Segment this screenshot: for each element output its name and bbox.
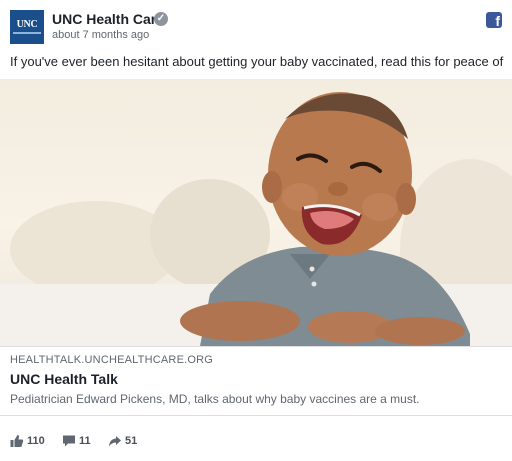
post-timestamp[interactable]: about 7 months ago xyxy=(52,29,149,41)
share-count: 51 xyxy=(125,435,138,447)
post-header: UNC UNC Health Care ✓ about 7 months ago… xyxy=(10,10,502,44)
like-count: 110 xyxy=(27,435,45,447)
avatar-logo-stripe xyxy=(13,32,41,34)
page-name-link[interactable]: UNC Health Care xyxy=(52,11,164,27)
avatar-logo-text: UNC xyxy=(16,19,38,30)
link-preview[interactable]: HEALTHTALK.UNCHEALTHCARE.ORG UNC Health … xyxy=(0,346,512,416)
post-photo[interactable] xyxy=(0,79,512,346)
verified-badge-icon: ✓ xyxy=(154,12,168,26)
comment-count: 11 xyxy=(79,435,91,447)
page-avatar[interactable]: UNC xyxy=(10,10,44,44)
link-title[interactable]: UNC Health Talk xyxy=(10,371,118,387)
facebook-post: UNC UNC Health Care ✓ about 7 months ago… xyxy=(0,0,512,461)
facebook-icon: f xyxy=(486,12,502,28)
link-domain: HEALTHTALK.UNCHEALTHCARE.ORG xyxy=(10,354,214,366)
post-message: If you've ever been hesitant about getti… xyxy=(10,54,504,69)
engagement-bar: 110 11 51 xyxy=(10,434,310,452)
thumbs-up-icon xyxy=(10,435,24,447)
smiling-baby-photo xyxy=(0,92,512,346)
share-arrow-icon xyxy=(109,436,121,447)
link-description: Pediatrician Edward Pickens, MD, talks a… xyxy=(10,392,420,406)
comment-bubble-icon xyxy=(63,435,75,447)
